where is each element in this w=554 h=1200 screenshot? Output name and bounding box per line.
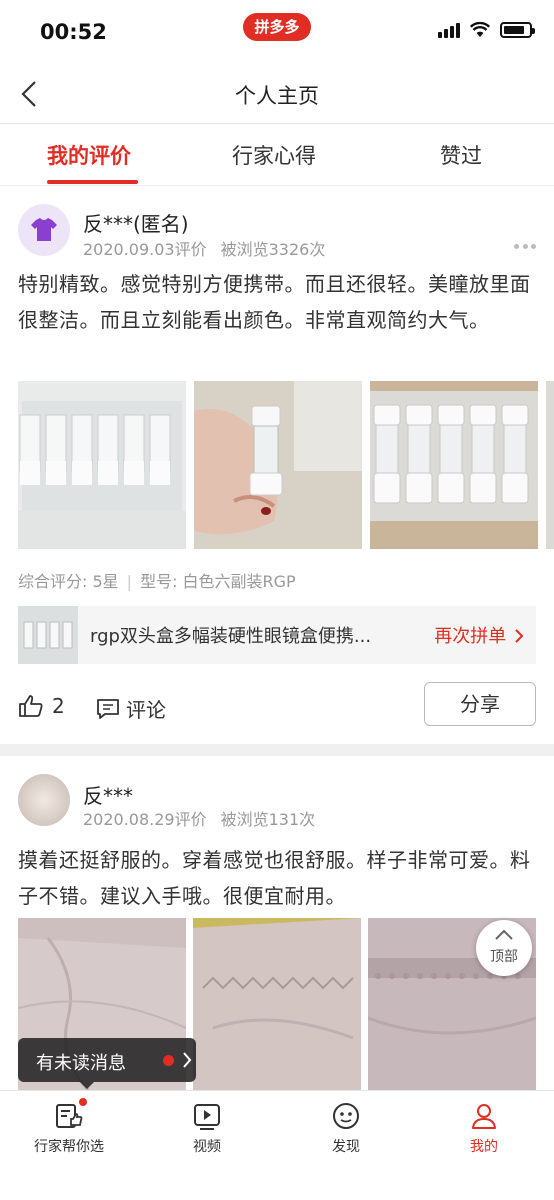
comment-label: 评论 xyxy=(126,698,166,722)
avatar[interactable] xyxy=(18,204,70,256)
video-icon xyxy=(192,1101,222,1131)
summary-model: 型号: 白色六副装RGP xyxy=(140,572,296,591)
chevron-up-icon xyxy=(495,929,513,940)
bottom-nav: 行家帮你选 视频 发现 我的 xyxy=(0,1090,554,1200)
status-time: 00:52 xyxy=(40,20,107,44)
tab-my-reviews[interactable]: 我的评价 xyxy=(47,140,131,170)
review-actions: 2 评论 分享 xyxy=(0,682,554,732)
product-name: rgp双头盒多幅装硬性眼镜盒便携... xyxy=(90,626,372,647)
review-photo[interactable] xyxy=(193,918,361,1090)
status-icons xyxy=(438,22,535,38)
wifi-icon xyxy=(470,22,490,37)
review-date: 2020.08.29评价 xyxy=(83,810,207,829)
review-text: 特别精致。感觉特别方便携带。而且还很轻。美瞳放里面很整洁。而且立刻能看出颜色。非… xyxy=(18,272,531,332)
unread-messages-toast[interactable]: 有未读消息 xyxy=(18,1038,196,1089)
bottom-nav-me[interactable]: 我的 xyxy=(429,1101,539,1156)
tab-expert-notes[interactable]: 行家心得 xyxy=(232,140,316,170)
toast-pointer xyxy=(80,1082,94,1089)
like-button[interactable]: 2 xyxy=(18,694,65,718)
user-name[interactable]: 反***(匿名) xyxy=(83,208,189,237)
bottom-nav-label: 行家帮你选 xyxy=(34,1139,104,1155)
review-photo[interactable] xyxy=(370,381,538,549)
page-title: 个人主页 xyxy=(235,84,319,108)
bottom-nav-label: 发现 xyxy=(332,1139,360,1155)
review-photo[interactable] xyxy=(194,381,362,549)
bottom-nav-label: 视频 xyxy=(193,1139,221,1155)
notification-dot-icon xyxy=(78,1097,88,1107)
chevron-right-icon xyxy=(183,1052,192,1068)
tab-bar: 我的评价 行家心得 赞过 xyxy=(0,124,554,186)
review-photo[interactable] xyxy=(546,381,554,549)
profile-icon xyxy=(469,1101,499,1131)
rebuy-label: 再次拼单 xyxy=(434,626,507,647)
bottom-nav-expert-pick[interactable]: 行家帮你选 xyxy=(14,1097,124,1156)
back-to-top-label: 顶部 xyxy=(490,949,518,965)
review-card: 反***(匿名) 2020.09.03评价 被浏览3326次 特别精致。感觉特别方… xyxy=(0,186,554,742)
product-thumbnail xyxy=(18,606,78,664)
review-photo[interactable] xyxy=(18,381,186,549)
review-meta: 2020.09.03评价 被浏览3326次 xyxy=(83,236,325,260)
avatar[interactable] xyxy=(18,774,70,826)
user-name[interactable]: 反*** xyxy=(83,780,133,809)
bottom-nav-label: 我的 xyxy=(470,1139,498,1155)
comment-button[interactable]: 评论 xyxy=(96,694,166,723)
view-count: 被浏览131次 xyxy=(220,810,316,829)
expert-pick-icon xyxy=(54,1097,88,1131)
thumbs-up-icon xyxy=(19,695,43,717)
tab-liked[interactable]: 赞过 xyxy=(440,140,482,170)
battery-icon xyxy=(500,22,535,38)
discover-icon xyxy=(331,1101,361,1131)
more-options-button[interactable] xyxy=(514,242,536,250)
review-text: 摸着还挺舒服的。穿着感觉也很舒服。样子非常可爱。料子不错。建议入手哦。很便宜耐用… xyxy=(18,848,531,908)
chevron-right-icon xyxy=(515,629,524,643)
active-tab-indicator xyxy=(47,180,138,184)
review-summary: 综合评分: 5星 | 型号: 白色六副装RGP xyxy=(18,572,296,591)
comment-icon xyxy=(97,698,119,719)
cellular-signal-icon xyxy=(438,22,460,38)
app-logo-badge: 拼多多 xyxy=(243,13,311,41)
bottom-nav-discover[interactable]: 发现 xyxy=(291,1101,401,1156)
share-button[interactable]: 分享 xyxy=(424,682,536,726)
section-divider xyxy=(0,744,554,756)
unread-dot-icon xyxy=(163,1055,174,1066)
tshirt-icon xyxy=(31,218,57,241)
view-count: 被浏览3326次 xyxy=(220,240,326,259)
rebuy-button[interactable]: 再次拼单 xyxy=(434,622,524,648)
unread-messages-label: 有未读消息 xyxy=(36,1053,126,1074)
summary-rating: 综合评分: 5星 xyxy=(18,572,119,591)
review-meta: 2020.08.29评价 被浏览131次 xyxy=(83,806,315,830)
nav-bar: 个人主页 xyxy=(0,64,554,124)
product-bar[interactable]: rgp双头盒多幅装硬性眼镜盒便携... 再次拼单 xyxy=(18,606,536,664)
bottom-nav-video[interactable]: 视频 xyxy=(152,1101,262,1156)
review-date: 2020.09.03评价 xyxy=(83,240,207,259)
status-bar: 00:52 拼多多 xyxy=(0,0,554,64)
like-count: 2 xyxy=(52,694,65,718)
back-to-top-button[interactable]: 顶部 xyxy=(476,920,532,976)
